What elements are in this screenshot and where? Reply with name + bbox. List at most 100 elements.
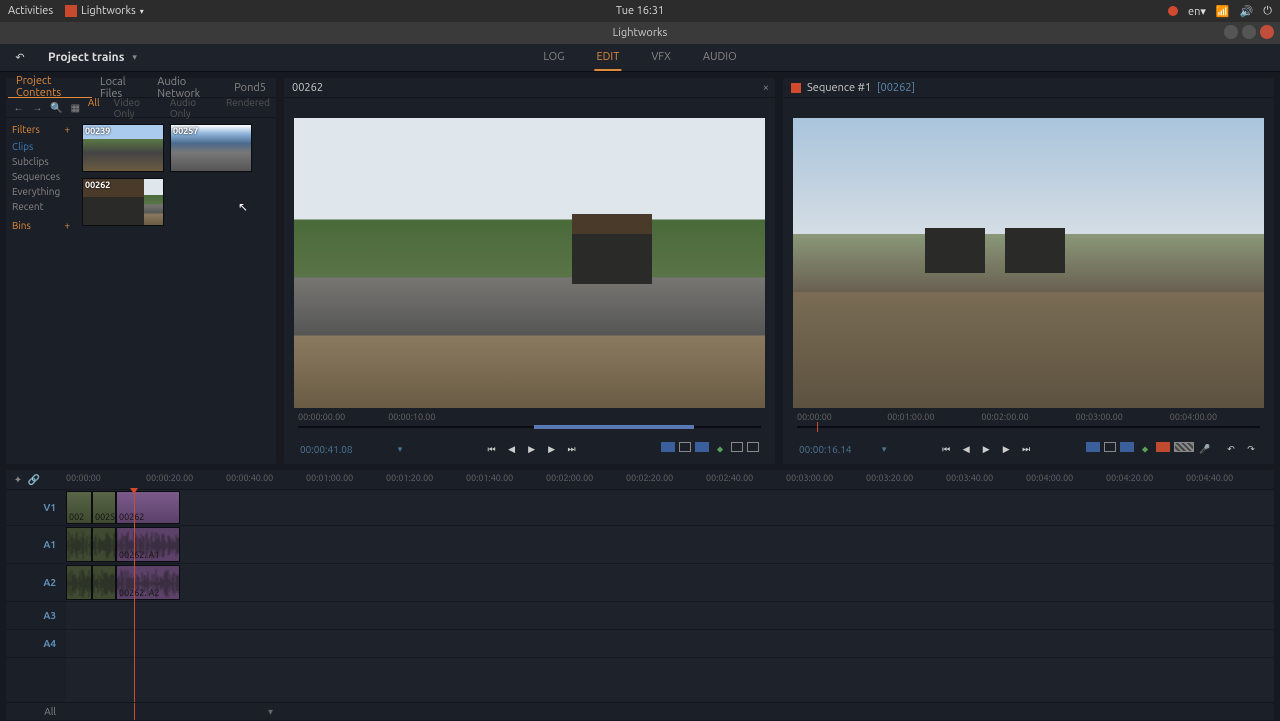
sequence-viewer-screen[interactable]	[793, 118, 1264, 408]
timeline-tick: 00:02:20.00	[626, 473, 673, 483]
timeline-clip[interactable]: 002	[66, 491, 92, 524]
lightworks-icon	[65, 5, 77, 17]
playhead[interactable]	[134, 490, 135, 702]
remove-mark-button[interactable]	[1104, 442, 1116, 452]
tab-pond5[interactable]: Pond5	[226, 78, 274, 98]
cue-marker-icon[interactable]: ⬥	[1138, 442, 1152, 456]
network-icon[interactable]: 📶	[1216, 5, 1230, 18]
timeline-clip[interactable]	[66, 565, 92, 600]
app-menu-label: Lightworks	[81, 5, 136, 17]
clip-thumb[interactable]: 00239	[82, 124, 164, 172]
track-label-a1[interactable]: A1	[6, 526, 66, 564]
volume-icon[interactable]: 🔊	[1240, 5, 1254, 18]
activities-button[interactable]: Activities	[8, 5, 53, 17]
project-name[interactable]: Project trains	[48, 51, 124, 64]
project-menu-chevron-icon[interactable]: ▾	[132, 52, 137, 63]
play-button[interactable]: ▶	[979, 442, 993, 456]
tab-audio-network[interactable]: Audio Network	[149, 78, 226, 98]
ruler-tick: 00:01:00.00	[887, 412, 934, 422]
record-viewer-icon	[791, 83, 801, 93]
ruler-tick: 00:04:00.00	[1170, 412, 1217, 422]
clip-thumb[interactable]: 00257	[170, 124, 252, 172]
clip-label: 002	[69, 512, 84, 522]
filter-video-only[interactable]: Video Only	[114, 97, 156, 119]
search-icon[interactable]: 🔍	[50, 101, 63, 115]
sidebar-item-everything[interactable]: Everything	[12, 184, 70, 199]
goto-start-button[interactable]: ⏮	[485, 442, 499, 456]
clip-thumb[interactable]: 00262	[82, 178, 164, 226]
goto-end-button[interactable]: ⏭	[565, 442, 579, 456]
tab-edit[interactable]: EDIT	[594, 45, 621, 71]
add-bin-icon[interactable]: +	[64, 220, 70, 231]
source-viewer-screen[interactable]	[294, 118, 765, 408]
timeline-clip[interactable]	[92, 527, 116, 562]
track-label-a3[interactable]: A3	[6, 602, 66, 630]
timeline-ruler[interactable]: 00:00:0000:00:20.0000:00:40.0000:01:00.0…	[66, 470, 1274, 489]
delete-button[interactable]	[1174, 442, 1194, 452]
filter-rendered[interactable]: Rendered	[226, 97, 270, 119]
app-menu[interactable]: Lightworks ▾	[65, 5, 144, 17]
remove-mark-button[interactable]	[679, 442, 691, 452]
track-label-a4[interactable]: A4	[6, 630, 66, 658]
content-browser-panel: Project Contents Local Files Audio Netwo…	[6, 78, 276, 464]
tab-project-contents[interactable]: Project Contents	[8, 78, 92, 98]
goto-start-button[interactable]: ⏮	[939, 442, 953, 456]
lang-indicator[interactable]: en▾	[1188, 5, 1206, 18]
bin-sidebar: Filters+ Clips Subclips Sequences Everyt…	[6, 118, 76, 464]
track-label-a2[interactable]: A2	[6, 564, 66, 602]
timeline-clip[interactable]	[66, 527, 92, 562]
thumb-label: 00262	[85, 180, 110, 190]
source-scrub-bar[interactable]: 00:00:00.00 00:00:10.00	[294, 412, 765, 438]
mark-out-button[interactable]	[695, 442, 709, 452]
timeline-clip[interactable]	[92, 565, 116, 600]
undo-button[interactable]: ↶	[1224, 442, 1238, 456]
tab-vfx[interactable]: VFX	[649, 45, 673, 71]
track-label-all[interactable]: All	[6, 703, 66, 720]
sidebar-item-sequences[interactable]: Sequences	[12, 169, 70, 184]
nav-fwd-icon[interactable]: →	[31, 101, 44, 115]
tile-view-icon[interactable]: ▦	[69, 101, 82, 115]
tab-local-files[interactable]: Local Files	[92, 78, 149, 98]
redo-button[interactable]: ↷	[1244, 442, 1258, 456]
step-fwd-button[interactable]: ▶	[545, 442, 559, 456]
timeline-clip[interactable]: 00262. A2	[116, 565, 180, 600]
tab-log[interactable]: LOG	[541, 45, 566, 71]
goto-end-button[interactable]: ⏭	[1019, 442, 1033, 456]
cue-marker-icon[interactable]: ⬥	[713, 442, 727, 456]
step-back-button[interactable]: ◀	[505, 442, 519, 456]
step-back-button[interactable]: ◀	[959, 442, 973, 456]
filter-audio-only[interactable]: Audio Only	[170, 97, 212, 119]
step-fwd-button[interactable]: ▶	[999, 442, 1013, 456]
mark-in-button[interactable]	[661, 442, 675, 452]
mic-icon[interactable]: 🎤	[1198, 442, 1212, 456]
snap-icon[interactable]: ✦	[12, 474, 24, 486]
track-label-v1[interactable]: V1	[6, 490, 66, 526]
mark-out-button[interactable]	[1120, 442, 1134, 452]
nav-back-icon[interactable]: ←	[12, 101, 25, 115]
timeline-track-area[interactable]: 002 002500262 00262. A1 00262. A2	[66, 490, 1274, 702]
sidebar-item-subclips[interactable]: Subclips	[12, 154, 70, 169]
window-minimize-button[interactable]	[1224, 25, 1238, 39]
window-maximize-button[interactable]	[1242, 25, 1256, 39]
system-clock[interactable]: Tue 16:31	[616, 5, 664, 17]
timeline-clip[interactable]: 0025	[92, 491, 116, 524]
sidebar-item-recent[interactable]: Recent	[12, 199, 70, 214]
back-button[interactable]: ↶	[10, 48, 30, 68]
mark-in-button[interactable]	[1086, 442, 1100, 452]
timeline-tick: 00:03:00.00	[786, 473, 833, 483]
insert-button[interactable]	[731, 442, 743, 452]
add-filter-icon[interactable]: +	[64, 124, 70, 135]
tab-audio[interactable]: AUDIO	[701, 45, 739, 71]
overwrite-button[interactable]	[747, 442, 759, 452]
filter-all[interactable]: All	[88, 97, 100, 119]
power-icon[interactable]: ⏻	[1263, 5, 1272, 18]
timeline-clip[interactable]: 00262. A1	[116, 527, 180, 562]
link-icon[interactable]: 🔗	[28, 474, 40, 486]
window-close-button[interactable]	[1260, 25, 1274, 39]
play-button[interactable]: ▶	[525, 442, 539, 456]
close-source-button[interactable]: ×	[763, 82, 769, 94]
sequence-scrub-bar[interactable]: 00:00:00 00:01:00.00 00:02:00.00 00:03:0…	[793, 412, 1264, 438]
timeline-clip[interactable]: 00262	[116, 491, 180, 524]
sidebar-item-clips[interactable]: Clips	[12, 139, 70, 154]
remove-button[interactable]	[1156, 442, 1170, 452]
